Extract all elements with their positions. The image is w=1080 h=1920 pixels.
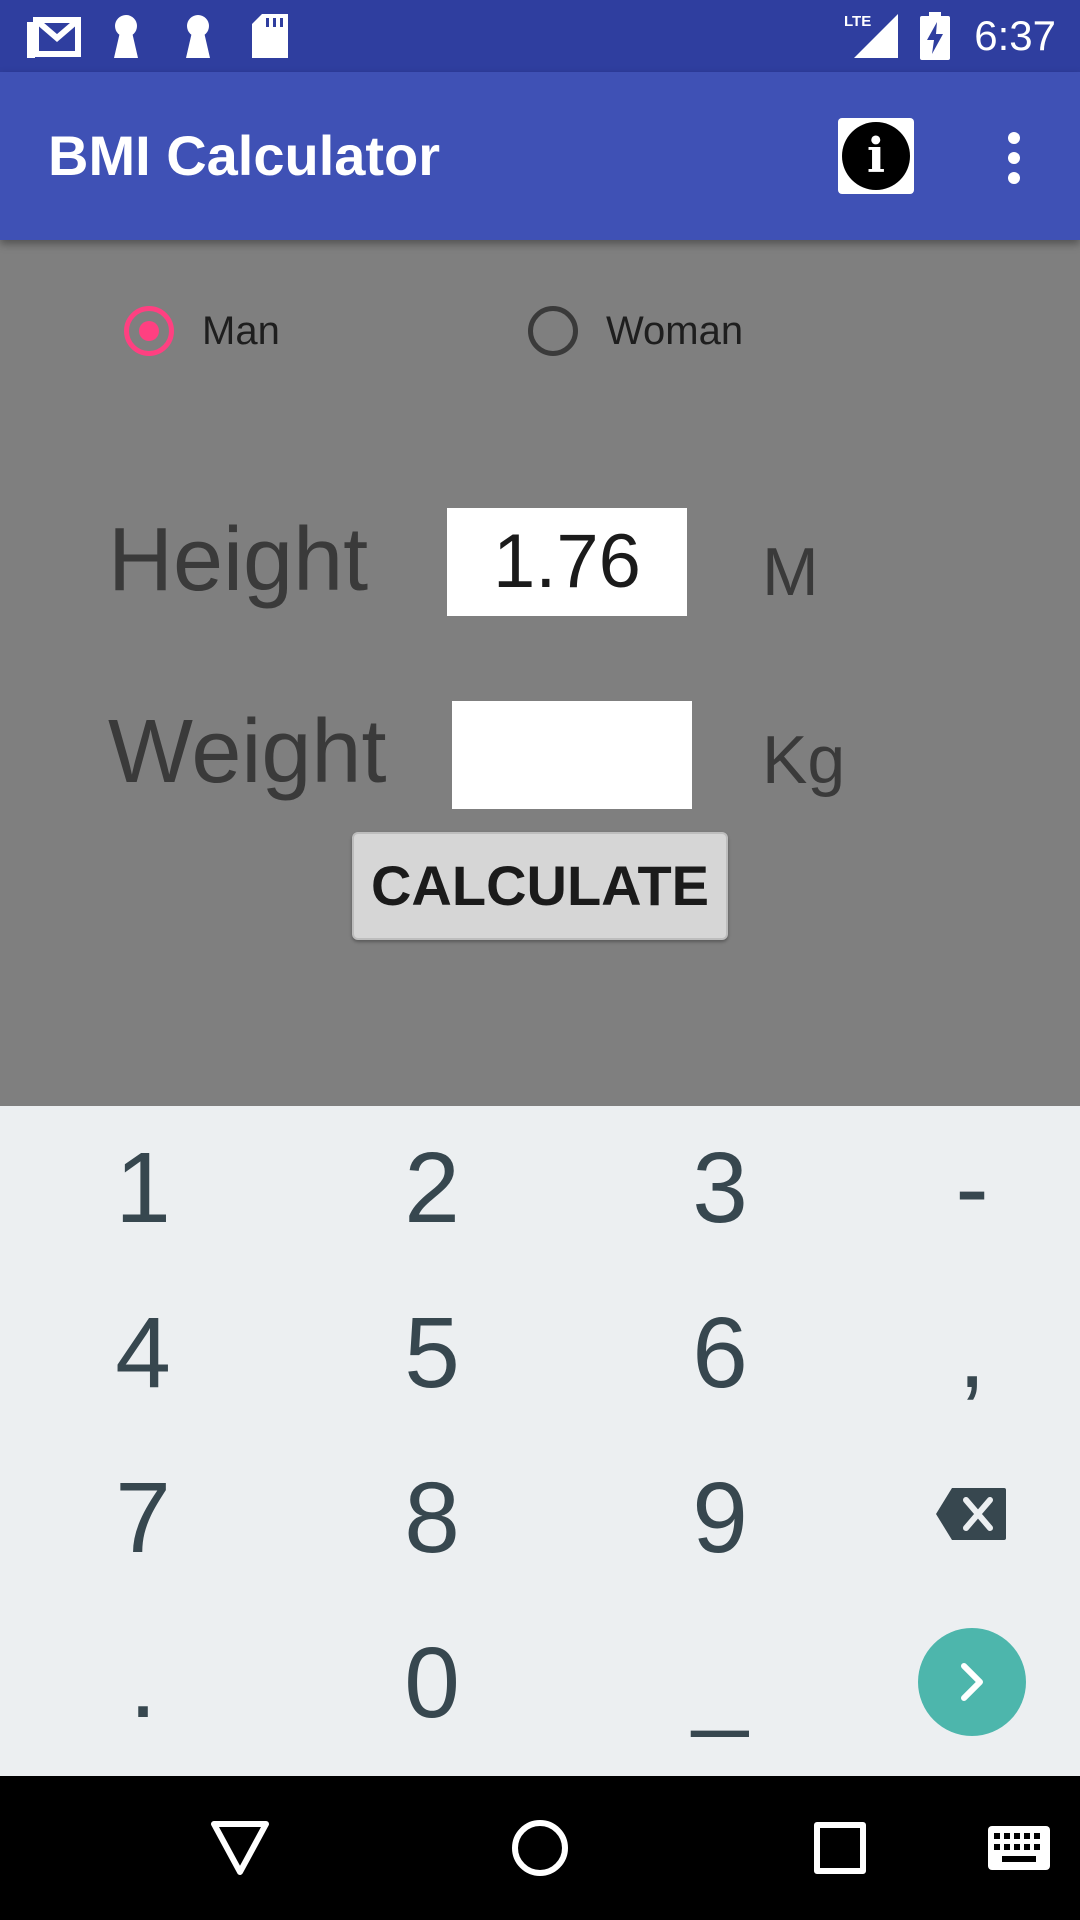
key-5[interactable]: 5 bbox=[297, 1271, 567, 1436]
app-title: BMI Calculator bbox=[48, 124, 441, 187]
info-icon: i bbox=[842, 122, 910, 190]
calculate-button[interactable]: CALCULATE bbox=[352, 832, 728, 940]
key-2[interactable]: 2 bbox=[297, 1106, 567, 1271]
backspace-icon[interactable] bbox=[934, 1486, 1008, 1542]
weight-input[interactable] bbox=[452, 701, 692, 809]
key-decimal[interactable]: . bbox=[8, 1601, 278, 1766]
key-minus[interactable]: - bbox=[837, 1106, 1080, 1271]
key-comma[interactable]: , bbox=[837, 1271, 1080, 1436]
keyhole-icon bbox=[186, 15, 210, 58]
keyboard-icon[interactable] bbox=[988, 1826, 1050, 1870]
next-button[interactable] bbox=[918, 1628, 1026, 1736]
radio-button-unchecked[interactable] bbox=[528, 306, 578, 356]
key-6[interactable]: 6 bbox=[585, 1271, 855, 1436]
info-button[interactable]: i bbox=[838, 118, 914, 194]
key-7[interactable]: 7 bbox=[8, 1436, 278, 1601]
next-arrow-icon bbox=[961, 1663, 983, 1701]
weight-unit: Kg bbox=[762, 722, 846, 798]
radio-man-label: Man bbox=[202, 309, 280, 353]
weight-label: Weight bbox=[108, 702, 387, 802]
key-3[interactable]: 3 bbox=[585, 1106, 855, 1271]
svg-text:LTE: LTE bbox=[844, 13, 871, 30]
navigation-bar bbox=[0, 1776, 1080, 1920]
recents-icon[interactable] bbox=[814, 1822, 866, 1874]
key-0[interactable]: 0 bbox=[297, 1601, 567, 1766]
height-unit: M bbox=[762, 534, 819, 610]
height-label: Height bbox=[108, 510, 369, 610]
clock: 6:37 bbox=[974, 12, 1056, 59]
home-icon[interactable] bbox=[510, 1818, 570, 1878]
radio-woman-label: Woman bbox=[606, 309, 744, 353]
radio-button-checked[interactable] bbox=[124, 306, 174, 356]
keyhole-icon bbox=[114, 15, 138, 58]
gmail-icon bbox=[27, 17, 81, 58]
radio-woman[interactable]: Woman bbox=[528, 306, 788, 356]
lte-signal-icon: LTE bbox=[844, 13, 898, 58]
key-underscore[interactable]: _ bbox=[585, 1601, 855, 1766]
key-8[interactable]: 8 bbox=[297, 1436, 567, 1601]
battery-charging-icon bbox=[920, 12, 950, 60]
key-1[interactable]: 1 bbox=[8, 1106, 278, 1271]
overflow-menu-icon[interactable] bbox=[996, 130, 1032, 186]
height-input[interactable]: 1.76 bbox=[447, 508, 687, 616]
key-9[interactable]: 9 bbox=[585, 1436, 855, 1601]
status-bar: LTE 6:37 bbox=[0, 0, 1080, 72]
back-icon[interactable] bbox=[210, 1820, 270, 1876]
sd-card-icon bbox=[252, 14, 288, 58]
key-4[interactable]: 4 bbox=[8, 1271, 278, 1436]
radio-man[interactable]: Man bbox=[124, 306, 324, 356]
